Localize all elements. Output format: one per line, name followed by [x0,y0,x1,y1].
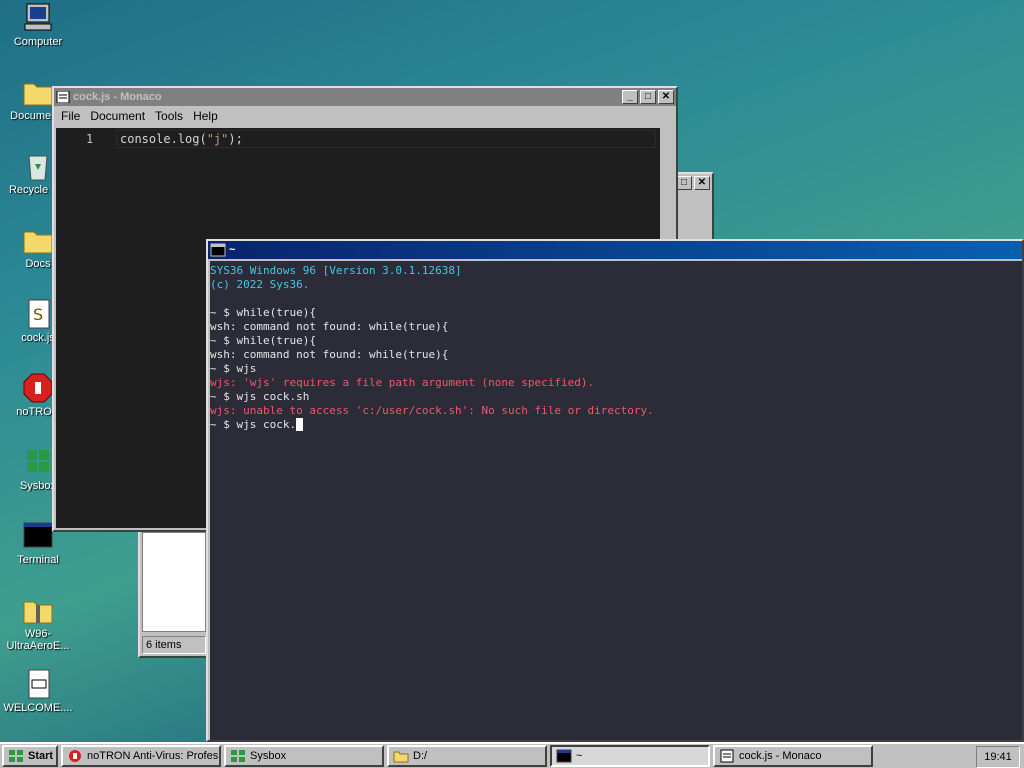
folder-icon [393,751,409,763]
editor-titlebar[interactable]: cock.js - Monaco _ □ ✕ [54,88,676,106]
taskbar-item-label: ~ [576,750,583,762]
close-button[interactable]: ✕ [658,90,674,104]
taskbar: Start noTRON Anti-Virus: Profes... Sysbo… [0,742,1024,768]
terminal-line-text: ~ $ while(true){ [210,306,316,319]
terminal-line-text: ~ $ while(true){ [210,334,316,347]
windows-flag-icon [231,750,245,762]
zip-folder-icon [21,594,55,626]
desktop-icon-computer[interactable]: Computer [2,2,74,48]
windows-flag-icon [9,750,23,762]
terminal-line: ~ $ while(true){ [210,306,1022,320]
explorer-window-controls: □ ✕ [674,176,710,190]
script-file-icon: S [21,298,55,330]
explorer-status-bar: 6 items [142,636,206,654]
terminal-line-text: ~ $ wjs [210,362,257,375]
terminal-line: (c) 2022 Sys36. [210,278,1022,292]
terminal-line: ~ $ wjs cock. [210,418,1022,432]
terminal-line-text: ~ $ wjs cock.sh [210,390,310,403]
markdown-file-icon [21,668,55,700]
terminal-line-text: (c) 2022 Sys36. [210,278,310,291]
terminal-line: SYS36 Windows 96 [Version 3.0.1.12638] [210,264,1022,278]
taskbar-item-label: noTRON Anti-Virus: Profes... [87,750,221,762]
terminal-line-text: wsh: command not found: while(true){ [210,320,449,333]
taskbar-item-drive-d[interactable]: D:/ [387,745,547,767]
computer-icon [21,2,55,34]
terminal-icon [210,243,226,257]
menu-file[interactable]: File [56,109,85,123]
editor-title: cock.js - Monaco [73,91,162,103]
code-line[interactable]: console.log("j"); [120,132,243,146]
terminal-titlebar[interactable]: ~ [208,241,1022,259]
desktop-icon-label: Terminal [17,554,59,566]
desktop-icon-label: WELCOME.... [3,702,73,714]
code-token: ); [228,132,243,146]
start-button[interactable]: Start [2,745,58,767]
windows-flag-icon [21,446,55,478]
terminal-line: ~ $ wjs cock.sh [210,390,1022,404]
terminal-line: wjs: unable to access 'c:/user/cock.sh':… [210,404,1022,418]
recycle-bin-icon [21,150,55,182]
desktop-icon-label: W96-UltraAeroE... [6,628,70,652]
taskbar-item-monaco[interactable]: cock.js - Monaco [713,745,873,767]
stop-hand-icon [69,750,81,762]
text-cursor [296,418,304,431]
menu-help[interactable]: Help [188,109,223,123]
start-label: Start [28,750,54,762]
taskbar-clock[interactable]: 19:41 [976,746,1020,768]
terminal-line-text: wjs: unable to access 'c:/user/cock.sh':… [210,404,654,417]
taskbar-item-notron[interactable]: noTRON Anti-Virus: Profes... [61,745,221,767]
terminal-title: ~ [229,244,236,256]
maximize-button[interactable]: □ [676,176,692,190]
code-string-token: "j" [206,132,229,146]
taskbar-item-label: Sysbox [250,750,287,762]
taskbar-item-label: cock.js - Monaco [739,750,822,762]
line-number: 1 [86,132,94,146]
terminal-icon [21,520,55,552]
terminal-line: wsh: command not found: while(true){ [210,320,1022,334]
desktop-icon-label: Computer [13,36,63,48]
notepad-icon [720,749,734,763]
minimize-button[interactable]: _ [622,90,638,104]
taskbar-item-sysbox[interactable]: Sysbox [224,745,384,767]
desktop-icon-welcome[interactable]: WELCOME.... [2,668,74,714]
close-button[interactable]: ✕ [694,176,710,190]
terminal-output[interactable]: SYS36 Windows 96 [Version 3.0.1.12638] (c… [210,261,1022,740]
terminal-line: wjs: 'wjs' requires a file path argument… [210,376,1022,390]
terminal-window[interactable]: ~ SYS36 Windows 96 [Version 3.0.1.12638]… [206,239,1024,742]
terminal-line-text: wjs: 'wjs' requires a file path argument… [210,376,595,389]
folder-icon [21,76,55,108]
maximize-button[interactable]: □ [640,90,656,104]
taskbar-item-terminal[interactable]: ~ [550,745,710,767]
stop-hand-icon [21,372,55,404]
code-token: console.log( [120,132,207,146]
editor-menubar: File Document Tools Help [54,106,676,126]
taskbar-item-label: D:/ [413,750,428,762]
desktop-icon-w96-ultraaero[interactable]: W96-UltraAeroE... [2,594,74,652]
notepad-icon [56,91,70,103]
terminal-line-text: wsh: command not found: while(true){ [210,348,449,361]
folder-icon [21,224,55,256]
terminal-line: ~ $ while(true){ [210,334,1022,348]
svg-text:S: S [33,305,43,324]
menu-document[interactable]: Document [85,109,150,123]
terminal-line: wsh: command not found: while(true){ [210,348,1022,362]
terminal-line-text: SYS36 Windows 96 [Version 3.0.1.12638] [210,264,462,277]
menu-tools[interactable]: Tools [150,109,188,123]
terminal-icon [556,749,572,763]
terminal-line: ~ $ wjs [210,362,1022,376]
terminal-line-text: ~ $ wjs cock. [210,418,297,431]
explorer-file-pane[interactable] [142,532,206,632]
